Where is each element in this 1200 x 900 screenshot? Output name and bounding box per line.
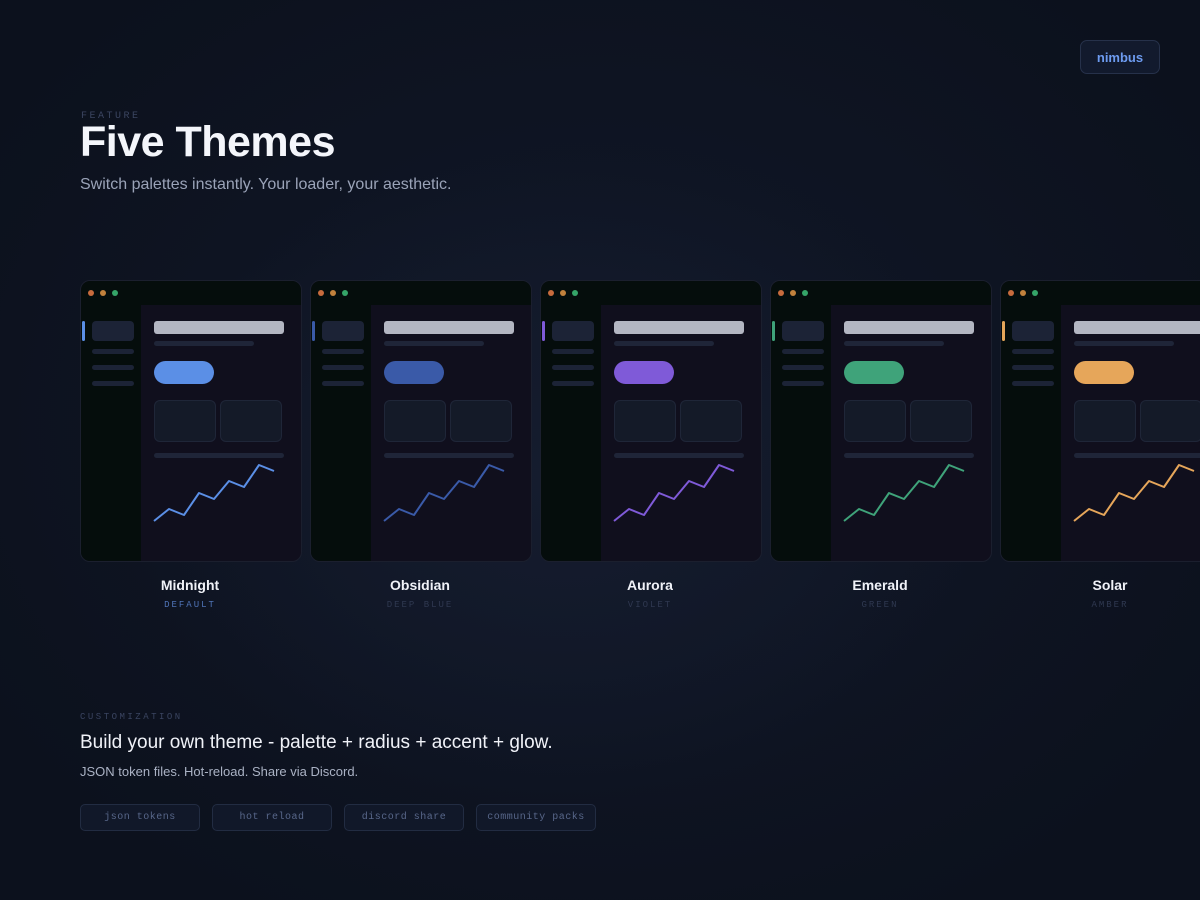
chip-json-tokens[interactable]: json tokens — [80, 804, 200, 831]
preview-titlebar — [771, 281, 991, 305]
preview-titlebar — [311, 281, 531, 305]
sidebar-line — [552, 381, 594, 386]
sidebar-line — [92, 381, 134, 386]
preview-titlebar — [81, 281, 301, 305]
preview-sidebar — [81, 305, 141, 561]
chip-discord-share[interactable]: discord share — [344, 804, 464, 831]
brand-badge[interactable]: nimbus — [1080, 40, 1160, 74]
preview-sidebar — [541, 305, 601, 561]
window-dot-close — [88, 290, 94, 296]
sidebar-line — [322, 365, 364, 370]
window-dot-close — [1008, 290, 1014, 296]
theme-tag: AMBER — [1091, 600, 1129, 610]
chip-label: discord share — [361, 812, 447, 823]
preview-sparkline — [613, 464, 735, 522]
sidebar-line — [322, 381, 364, 386]
sidebar-active-item — [92, 321, 134, 341]
sidebar-active-item — [782, 321, 824, 341]
window-dot-close — [318, 290, 324, 296]
sidebar-active-item — [322, 321, 364, 341]
preview-sidebar — [771, 305, 831, 561]
sidebar-line — [92, 365, 134, 370]
sidebar-active-item — [1012, 321, 1054, 341]
window-dot-minimize — [100, 290, 106, 296]
brand-label: nimbus — [1096, 49, 1144, 65]
page-subtitle: Switch palettes instantly. Your loader, … — [80, 176, 452, 193]
sidebar-line — [322, 349, 364, 354]
window-dot-minimize — [790, 290, 796, 296]
window-dot-minimize — [1020, 290, 1026, 296]
theme-card-solar[interactable] — [1000, 280, 1200, 562]
theme-card-obsidian[interactable] — [310, 280, 532, 562]
theme-name: Aurora — [627, 577, 673, 593]
preview-sparkline — [383, 464, 505, 522]
window-dot-maximize — [572, 290, 578, 296]
window-dot-maximize — [802, 290, 808, 296]
window-dot-minimize — [560, 290, 566, 296]
chip-label: hot reload — [239, 812, 305, 823]
customization-title: Build your own theme - palette + radius … — [80, 732, 553, 753]
theme-card-emerald[interactable] — [770, 280, 992, 562]
preview-sparkline — [1073, 464, 1195, 522]
theme-card-aurora[interactable] — [540, 280, 762, 562]
window-dot-maximize — [342, 290, 348, 296]
sidebar-accent — [82, 321, 85, 341]
window-dot-maximize — [1032, 290, 1038, 296]
theme-tag: GREEN — [861, 600, 899, 610]
preview-sparkline — [153, 464, 275, 522]
sidebar-line — [552, 349, 594, 354]
chip-community-packs[interactable]: community packs — [476, 804, 596, 831]
theme-name: Midnight — [160, 577, 220, 593]
sidebar-accent — [312, 321, 315, 341]
theme-name: Emerald — [852, 577, 908, 593]
sidebar-accent — [1002, 321, 1005, 341]
sidebar-accent — [542, 321, 545, 341]
sidebar-line — [1012, 381, 1054, 386]
sidebar-line — [782, 381, 824, 386]
sidebar-line — [782, 365, 824, 370]
window-dot-close — [778, 290, 784, 296]
preview-sparkline — [843, 464, 965, 522]
theme-tag: DEEP BLUE — [386, 600, 454, 610]
theme-name: Obsidian — [390, 577, 450, 593]
customization-eyebrow: CUSTOMIZATION — [80, 712, 183, 722]
window-dot-minimize — [330, 290, 336, 296]
theme-tag: VIOLET — [627, 600, 673, 610]
window-dot-maximize — [112, 290, 118, 296]
theme-card-midnight[interactable] — [80, 280, 302, 562]
chip-label: community packs — [487, 812, 585, 823]
sidebar-line — [1012, 365, 1054, 370]
theme-tag: DEFAULT — [164, 600, 216, 610]
sidebar-line — [552, 365, 594, 370]
preview-sidebar — [1001, 305, 1061, 561]
theme-name: Solar — [1092, 577, 1128, 593]
sidebar-accent — [772, 321, 775, 341]
chip-hot-reload[interactable]: hot reload — [212, 804, 332, 831]
preview-titlebar — [541, 281, 761, 305]
customization-description: JSON token files. Hot-reload. Share via … — [80, 764, 359, 779]
sidebar-line — [1012, 349, 1054, 354]
page-title: Five Themes — [80, 118, 336, 166]
preview-titlebar — [1001, 281, 1200, 305]
window-dot-close — [548, 290, 554, 296]
sidebar-line — [92, 349, 134, 354]
sidebar-active-item — [552, 321, 594, 341]
sidebar-line — [782, 349, 824, 354]
preview-sidebar — [311, 305, 371, 561]
chip-label: json tokens — [104, 812, 176, 823]
